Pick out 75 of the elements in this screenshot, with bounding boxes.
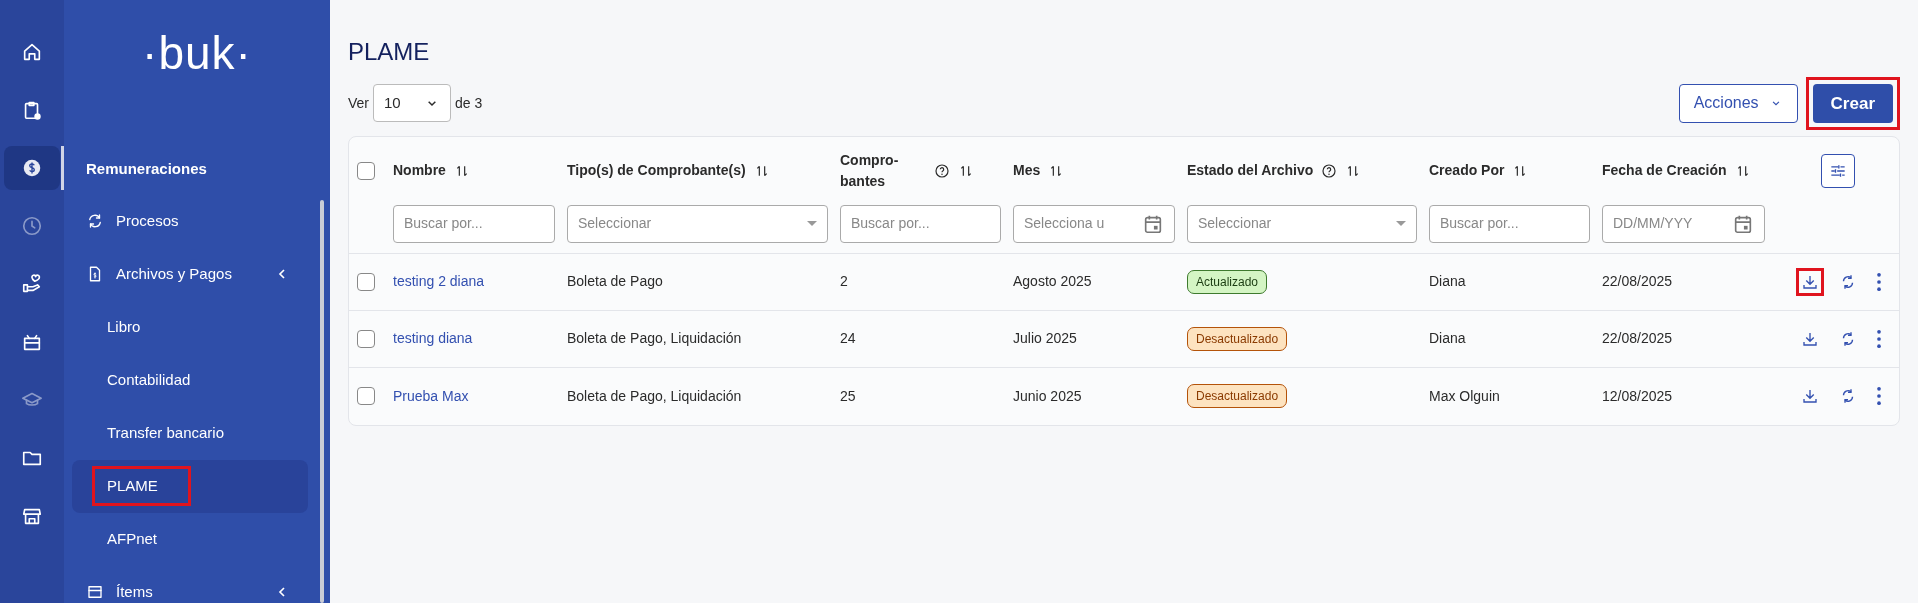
sidebar-subitem[interactable]: Libro: [72, 300, 308, 354]
month: Junio 2025: [1013, 387, 1082, 404]
home-icon: [21, 41, 43, 63]
column-header: Fecha de Creación: [1602, 161, 1727, 181]
sidebar-section-title: Remuneraciones: [85, 159, 208, 179]
voucher-type: Boleta de Pago, Liquidación: [567, 330, 742, 347]
sidebar-item[interactable]: Ítems: [64, 565, 312, 603]
status-badge: Desactualizado: [1187, 326, 1288, 351]
file-name-link[interactable]: testing diana: [393, 330, 473, 347]
help-icon: [934, 162, 950, 179]
select-field[interactable]: Seleccionar: [567, 204, 828, 243]
creation-date: 22/08/2025: [1602, 273, 1673, 290]
create-button[interactable]: Crear: [1812, 83, 1893, 123]
search-field[interactable]: Buscar por...: [840, 204, 1001, 243]
voucher-count: 2: [840, 273, 848, 290]
voucher-count: 24: [840, 330, 856, 347]
status-badge: Desactualizado: [1187, 384, 1288, 409]
creator-name: Max Olguin: [1429, 387, 1500, 404]
sidebar-subitem[interactable]: AFPnet: [72, 512, 308, 566]
creator-name: Diana: [1429, 330, 1466, 347]
voucher-type: Boleta de Pago: [567, 273, 663, 290]
column-settings-button[interactable]: [1821, 153, 1855, 188]
column-header: Mes: [1013, 161, 1041, 181]
sidebar-item[interactable]: Archivos y Pagos: [64, 247, 312, 301]
hand-heart-icon: [21, 273, 43, 295]
column-header: Tipo(s) de Comprobante(s): [567, 161, 746, 181]
page-size-select[interactable]: 10: [373, 84, 451, 123]
sidebar-subitem[interactable]: PLAME: [72, 459, 308, 513]
select-field[interactable]: Seleccionar: [1187, 204, 1417, 243]
creator-name: Diana: [1429, 273, 1466, 290]
row-checkbox[interactable]: [357, 272, 375, 291]
creation-date: 12/08/2025: [1602, 387, 1673, 404]
creation-date: 22/08/2025: [1602, 330, 1673, 347]
month: Agosto 2025: [1013, 273, 1092, 290]
more-options-button[interactable]: [1875, 385, 1883, 408]
status-badge: Actualizado: [1187, 269, 1268, 294]
column-header: Nombre: [393, 161, 446, 181]
search-field[interactable]: Buscar por...: [393, 204, 555, 243]
sidebar-item[interactable]: Procesos: [64, 194, 312, 248]
help-icon: [1321, 162, 1338, 179]
more-options-button[interactable]: [1875, 327, 1883, 350]
month: Julio 2025: [1013, 330, 1077, 347]
voucher-count: 25: [840, 387, 856, 404]
sidebar-subitem[interactable]: Contabilidad: [72, 353, 308, 407]
download-icon: [1801, 387, 1819, 406]
download-button[interactable]: [1799, 270, 1821, 293]
column-header: Estado del Archivo: [1187, 161, 1314, 181]
logo: ·buk·: [141, 26, 253, 81]
refresh-icon: [86, 212, 104, 230]
voucher-type: Boleta de Pago, Liquidación: [567, 387, 742, 404]
kebab-icon: [1877, 272, 1881, 291]
column-header: Creado Por: [1429, 161, 1505, 181]
sidebar-subitem[interactable]: Transfer bancario: [72, 406, 308, 460]
scrollbar[interactable]: [320, 200, 324, 603]
dropdown-arrow-icon: [1396, 221, 1406, 227]
page-title: PLAME: [348, 38, 431, 67]
more-options-button[interactable]: [1875, 270, 1883, 293]
clock-icon: [21, 215, 43, 237]
per-page-label: Ver: [348, 93, 369, 113]
kebab-icon: [1877, 387, 1881, 406]
select-all-checkbox[interactable]: [357, 161, 375, 180]
date-field[interactable]: DD/MM/YYY: [1602, 204, 1765, 243]
row-checkbox[interactable]: [357, 387, 375, 406]
row-checkbox[interactable]: [357, 329, 375, 348]
date-field[interactable]: Selecciona u: [1013, 204, 1175, 243]
kebab-icon: [1877, 329, 1881, 348]
dropdown-arrow-icon: [807, 221, 817, 227]
search-field[interactable]: Buscar por...: [1429, 204, 1590, 243]
column-header: Compro-bantes: [840, 150, 900, 191]
list-icon: [86, 583, 104, 601]
file-name-link[interactable]: Prueba Max: [393, 387, 469, 404]
actions-dropdown[interactable]: Acciones: [1678, 83, 1798, 123]
file-name-link[interactable]: testing 2 diana: [393, 273, 485, 290]
page-count-label: de 3: [455, 93, 483, 113]
dollar-coin-icon: [21, 157, 43, 179]
